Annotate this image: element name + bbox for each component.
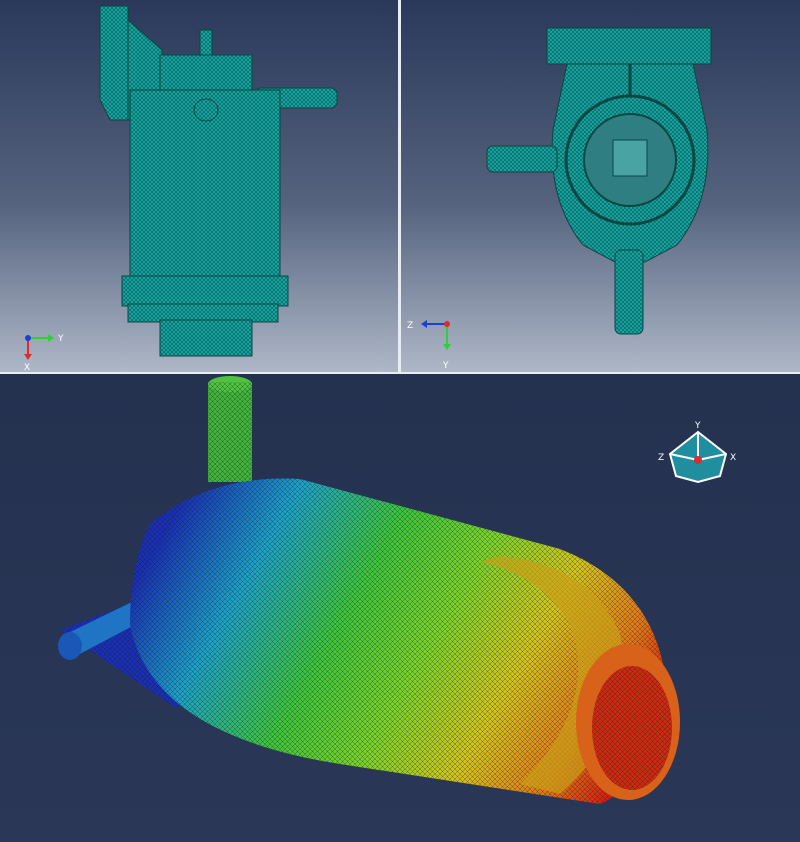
triad-axis-label: Y — [442, 361, 449, 371]
triad-axis-label: X — [730, 453, 736, 463]
triad-axis-label: Y — [694, 421, 701, 431]
side-view-canvas: Y X — [0, 0, 398, 372]
end-view-canvas: Z Y — [401, 0, 800, 372]
viewport-end-view[interactable]: Z Y — [401, 0, 800, 372]
viewport-side-view[interactable]: Y X — [0, 0, 398, 372]
triad-axis-label: X — [24, 363, 30, 372]
triad-axis-label: Z — [658, 453, 664, 463]
triad-axis-label: Y — [57, 334, 64, 344]
viewport-isometric-view[interactable]: Y Z X — [0, 374, 800, 842]
triad-axis-label: Z — [407, 321, 413, 331]
isometric-canvas: Y Z X — [0, 374, 800, 842]
